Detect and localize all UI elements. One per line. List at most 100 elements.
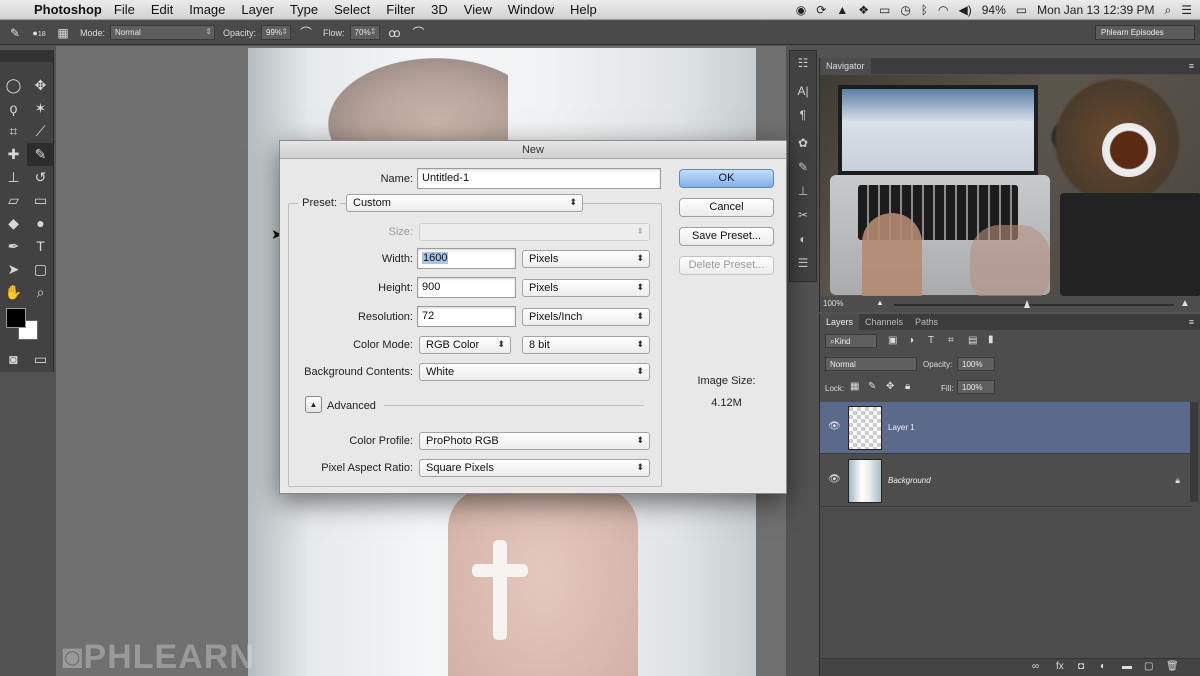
add-mask-icon[interactable]: ◘ <box>1078 661 1084 672</box>
path-selection-icon[interactable]: ➤ <box>0 258 27 281</box>
size-select[interactable]: ⬍ <box>419 223 650 241</box>
link-layers-icon[interactable]: ∞ <box>1032 661 1039 672</box>
layer-name[interactable]: Background <box>888 476 931 485</box>
adjustments-icon[interactable]: ◐ <box>790 227 816 251</box>
sync-icon[interactable]: ⟳ <box>816 3 826 17</box>
brush-panel-icon[interactable]: ✎ <box>790 155 816 179</box>
dialog-title[interactable]: New <box>280 141 786 159</box>
ok-button[interactable]: OK <box>679 169 774 188</box>
delete-preset-button[interactable]: Delete Preset... <box>679 256 774 275</box>
filter-shape-icon[interactable]: ⌗ <box>948 335 954 346</box>
width-input[interactable]: 1600 <box>417 248 516 269</box>
navigator-preview[interactable] <box>820 75 1200 296</box>
layers-panel-menu-icon[interactable]: ≡ <box>1189 317 1194 327</box>
pixel-aspect-select[interactable]: Square Pixels ⬍ <box>419 459 650 477</box>
flow-field[interactable]: 70% <box>349 25 380 40</box>
mode-select[interactable]: Normal <box>110 25 216 40</box>
foreground-color-swatch[interactable] <box>6 308 26 328</box>
pressure-opacity-icon[interactable]: ⌒ <box>297 25 315 41</box>
layer-row[interactable]: 👁︎ Layer 1 <box>820 402 1192 454</box>
menu-window[interactable]: Window <box>508 2 554 17</box>
new-layer-icon[interactable]: ▢ <box>1144 661 1153 672</box>
layers-scrollbar[interactable] <box>1190 402 1198 502</box>
history-brush-icon[interactable]: ↺ <box>27 166 54 189</box>
new-group-icon[interactable]: ▬ <box>1122 661 1132 672</box>
new-adjustment-icon[interactable]: ◐ <box>1100 661 1106 672</box>
bluetooth-icon[interactable]: ᛒ <box>921 3 928 17</box>
volume-icon[interactable]: ◀) <box>958 3 971 17</box>
filter-toggle-icon[interactable]: ▮ <box>988 334 994 345</box>
menu-layer[interactable]: Layer <box>241 2 274 17</box>
navigator-zoom-value[interactable]: 100% <box>823 299 843 308</box>
zoom-slider-track[interactable] <box>894 304 1174 306</box>
layer-blend-mode[interactable]: Normal <box>825 357 917 371</box>
cancel-button[interactable]: Cancel <box>679 198 774 217</box>
notifications-icon[interactable]: ☰ <box>1181 3 1192 17</box>
clock[interactable]: Mon Jan 13 12:39 PM <box>1037 3 1154 17</box>
preset-select[interactable]: Custom ⬍ <box>346 194 583 212</box>
layer-fill-field[interactable]: 100% <box>957 380 995 394</box>
advanced-label[interactable]: Advanced <box>327 400 376 412</box>
brush-tool-icon[interactable]: ✎ <box>6 25 24 41</box>
brush-presets-icon[interactable]: ✿ <box>790 131 816 155</box>
tools-panel-header[interactable] <box>0 50 53 62</box>
drive-icon[interactable]: ▲ <box>836 3 848 17</box>
lock-pixels-icon[interactable]: ✎ <box>868 381 876 392</box>
panel-menu-icon[interactable]: ≡ <box>1189 61 1194 71</box>
layer-row[interactable]: 👁︎ Background 🔒︎ <box>820 455 1192 507</box>
zoom-tool-icon[interactable]: ⌕ <box>27 281 54 304</box>
layer-thumbnail[interactable] <box>848 459 882 503</box>
delete-layer-icon[interactable]: 🗑︎ <box>1166 661 1179 672</box>
zoom-in-icon[interactable]: ▲ <box>1180 298 1190 309</box>
layer-filter-kind[interactable]: ⌕Kind <box>825 334 877 348</box>
eyedropper-icon[interactable]: ⟋ <box>27 120 54 143</box>
layer-opacity-field[interactable]: 100% <box>957 357 995 371</box>
visibility-eye-icon[interactable]: 👁︎ <box>828 421 841 432</box>
tab-paths[interactable]: Paths <box>909 314 944 330</box>
tab-channels[interactable]: Channels <box>859 314 909 330</box>
hand-tool-icon[interactable]: ✋ <box>0 281 27 304</box>
quick-mask-icon[interactable]: ◙ <box>0 348 27 371</box>
airbrush-icon[interactable]: ꝏ <box>386 25 404 41</box>
pressure-size-icon[interactable]: ⌒ <box>410 25 428 41</box>
eraser-icon[interactable]: ▱ <box>0 189 27 212</box>
move-tool-icon[interactable]: ✥ <box>27 74 54 97</box>
width-unit-select[interactable]: Pixels ⬍ <box>522 250 650 268</box>
tab-navigator[interactable]: Navigator <box>820 58 871 74</box>
name-input[interactable]: Untitled-1 <box>417 168 661 189</box>
menu-help[interactable]: Help <box>570 2 597 17</box>
save-preset-button[interactable]: Save Preset... <box>679 227 774 246</box>
blur-tool-icon[interactable]: ◆ <box>0 212 27 235</box>
height-input[interactable]: 900 <box>417 277 516 298</box>
clone-stamp-icon[interactable]: ⊥ <box>0 166 27 189</box>
layer-style-icon[interactable]: fx <box>1056 661 1064 672</box>
brush-preset-icon[interactable]: ●18 <box>30 25 48 41</box>
elliptical-marquee-icon[interactable]: ◯ <box>0 74 27 97</box>
rectangle-tool-icon[interactable]: ▢ <box>27 258 54 281</box>
filter-pixel-icon[interactable]: ▣ <box>888 335 897 346</box>
display-icon[interactable]: ▭ <box>879 3 890 17</box>
filter-type-icon[interactable]: T <box>928 335 934 346</box>
background-contents-select[interactable]: White ⬍ <box>419 363 650 381</box>
time-machine-icon[interactable]: ◷ <box>900 3 910 17</box>
filter-adjustment-icon[interactable]: ◑ <box>908 335 914 346</box>
color-mode-select[interactable]: RGB Color ⬍ <box>419 336 511 354</box>
crop-tool-icon[interactable]: ⌗ <box>0 120 27 143</box>
spotlight-icon[interactable]: ⌕ <box>1165 3 1172 18</box>
layer-thumbnail[interactable] <box>848 406 882 450</box>
clone-source-icon[interactable]: ⊥ <box>790 179 816 203</box>
visibility-eye-icon[interactable]: 👁︎ <box>828 474 841 485</box>
menu-image[interactable]: Image <box>189 2 225 17</box>
pen-tool-icon[interactable]: ✒ <box>0 235 27 258</box>
advanced-toggle-button[interactable]: ▲ <box>305 396 322 413</box>
brush-panel-icon[interactable]: ▦ <box>54 25 72 41</box>
lock-position-icon[interactable]: ✥ <box>886 381 894 392</box>
zoom-out-icon[interactable]: ▲ <box>876 298 884 307</box>
menu-type[interactable]: Type <box>290 2 318 17</box>
magic-wand-icon[interactable]: ✶ <box>27 97 54 120</box>
menu-3d[interactable]: 3D <box>431 2 448 17</box>
bit-depth-select[interactable]: 8 bit ⬍ <box>522 336 650 354</box>
properties-icon[interactable]: ☰ <box>790 251 816 275</box>
creative-cloud-icon[interactable]: ◉ <box>796 3 806 17</box>
dodge-tool-icon[interactable]: ● <box>27 212 54 235</box>
